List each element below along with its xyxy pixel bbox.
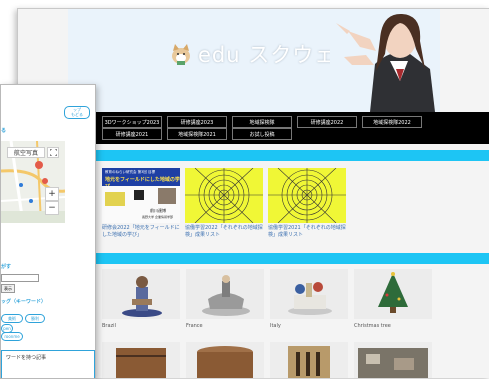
gallery-caption: Italy: [270, 323, 281, 329]
gallery-thumbnail[interactable]: [102, 269, 180, 319]
italy-figure-image: [288, 282, 332, 315]
gallery-thumbnail[interactable]: [270, 269, 348, 319]
wooden-tub-image: [197, 346, 253, 378]
nav-item[interactable]: 地域探検隊2022: [362, 116, 422, 128]
gallery-thumbnail[interactable]: [354, 342, 432, 378]
map-view[interactable]: 航空写真 + −: [1, 141, 65, 223]
gallery-item[interactable]: Italy: [270, 269, 348, 329]
gallery-item[interactable]: Brazil: [102, 269, 180, 329]
tag-section-heading: ッグ（キーワード）: [1, 299, 47, 305]
card-caption[interactable]: 研修会2022「地元をフィールドにした地域の学び」: [102, 225, 180, 239]
header-banner: edu スクウェア: [68, 9, 440, 112]
article-card[interactable]: 教育のねらい研究会 第3回 目標 地元をフィールドにした地域の学び 前川達博 長…: [102, 168, 180, 239]
search-section-heading: がす: [1, 264, 12, 270]
wooden-bucket-image: [116, 348, 166, 378]
card-thumbnail[interactable]: [268, 168, 346, 223]
card-thumbnail[interactable]: 教育のねらい研究会 第3回 目標 地元をフィールドにした地域の学び 前川達博 長…: [102, 168, 180, 223]
speaker-name: 前川達博: [150, 208, 166, 213]
gallery-thumbnail[interactable]: [186, 342, 264, 378]
banner-top-text: 教育のねらい研究会 第3回 目標: [105, 170, 155, 174]
diorama-image: [358, 348, 428, 378]
card-thumbnail[interactable]: [185, 168, 263, 223]
gallery-thumbnail[interactable]: [270, 342, 348, 378]
zoom-in-button[interactable]: +: [45, 187, 59, 201]
nav-item[interactable]: 研修講座2023: [167, 116, 227, 128]
shiba-dog-icon: [172, 44, 190, 65]
article-card[interactable]: 協働学習2021「それぞれの地域探検」成果リスト: [268, 168, 346, 239]
speaker-photo: [158, 188, 176, 204]
tagged-articles-heading: ワードを持つ記事: [6, 355, 47, 361]
gallery-caption: Christmas tree: [354, 323, 391, 329]
gallery-thumbnail[interactable]: [354, 269, 432, 319]
france-figure-image: [202, 275, 250, 316]
map-section-heading: る: [1, 128, 7, 134]
brazil-figure-image: [122, 276, 162, 317]
nav-row-2: 研修講座2021 地域探検隊2021 お試し投稿: [102, 128, 292, 140]
search-submit-button[interactable]: 表示: [1, 284, 15, 293]
spider-web-icon: [268, 168, 346, 223]
gallery-item[interactable]: France: [186, 269, 264, 329]
qr-code-icon: [134, 190, 144, 200]
zoom-out-button[interactable]: −: [45, 201, 59, 215]
student-illustration: [330, 9, 440, 112]
nav-item[interactable]: 3Dワークショップ2023: [102, 116, 162, 128]
tag-chip[interactable]: roonme: [1, 332, 23, 341]
nav-item[interactable]: お試し投稿: [232, 128, 292, 140]
tagged-articles-box: ワードを持つ記事: [1, 350, 95, 378]
gallery-caption: France: [186, 323, 203, 329]
nav-item[interactable]: 地域探検隊: [232, 116, 292, 128]
map-figure: [105, 192, 125, 206]
side-panel: ップ もどる る 航空写真 + − がす 表示 ッグ（キーワード） 美術 勝利 …: [0, 84, 96, 379]
wooden-sign-image: [288, 346, 330, 378]
photo-gallery: Brazil France Italy Christmas tree: [102, 269, 432, 329]
tag-chip[interactable]: 勝利: [25, 314, 45, 323]
nav-item[interactable]: 研修講座2022: [297, 116, 357, 128]
fullscreen-icon[interactable]: [47, 147, 59, 158]
map-type-toggle[interactable]: 航空写真: [7, 147, 45, 158]
gallery-row-2: [102, 342, 432, 378]
gallery-caption: Brazil: [102, 323, 116, 329]
nav-row-1: 3Dワークショップ2023 研修講座2023 地域探検隊 研修講座2022 地域…: [102, 116, 422, 128]
nav-item[interactable]: 地域探検隊2021: [167, 128, 227, 140]
spider-web-icon: [185, 168, 263, 223]
search-input[interactable]: [1, 274, 39, 282]
card-caption[interactable]: 協働学習2022「それぞれの地域探検」成果リスト: [185, 225, 263, 239]
gallery-thumbnail[interactable]: [186, 269, 264, 319]
speaker-affiliation: 長野大学 企業情報学部: [142, 215, 173, 219]
gallery-thumbnail[interactable]: [102, 342, 180, 378]
card-caption[interactable]: 協働学習2021「それぞれの地域探検」成果リスト: [268, 225, 346, 239]
gallery-item[interactable]: Christmas tree: [354, 269, 432, 329]
christmas-tree-image: [378, 272, 408, 313]
nav-item[interactable]: 研修講座2021: [102, 128, 162, 140]
article-card[interactable]: 協働学習2022「それぞれの地域探検」成果リスト: [185, 168, 263, 239]
featured-cards: 教育のねらい研究会 第3回 目標 地元をフィールドにした地域の学び 前川達博 長…: [102, 168, 346, 239]
fullscreen-glyph: [49, 149, 57, 156]
tag-chip[interactable]: 美術: [1, 314, 23, 323]
back-to-top-button[interactable]: ップ もどる: [64, 106, 90, 119]
